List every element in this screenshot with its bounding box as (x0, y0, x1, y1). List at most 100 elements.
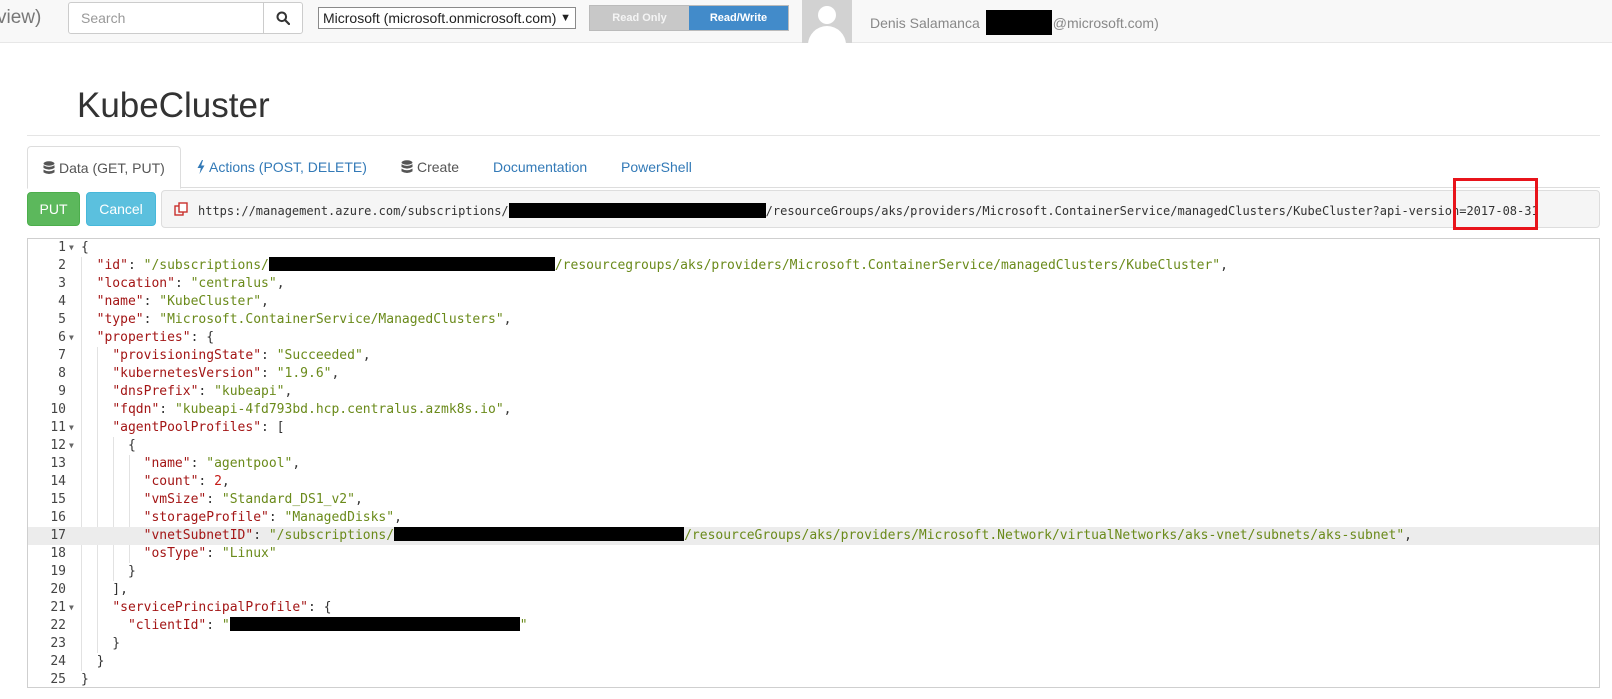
json-value: "kubeapi-4fd793bd.hcp.centralus.azmk8s.i… (174, 402, 504, 417)
code-line: "vmSize": "Standard_DS1_v2", 15 (28, 491, 1599, 509)
top-navbar: view) Microsoft (microsoft.onmicrosoft.c… (0, 0, 1612, 43)
code-line: } 24 (28, 653, 1599, 671)
json-key: "properties" (96, 330, 191, 345)
database-icon (43, 160, 55, 175)
line-number: 16 (50, 510, 66, 525)
tab-label: Actions (POST, DELETE) (209, 159, 367, 175)
json-key: "vnetSubnetID" (143, 528, 254, 543)
json-value: "Linux" (221, 546, 277, 561)
put-button[interactable]: PUT (27, 192, 80, 226)
line-number: 2 (58, 258, 66, 273)
code-line: "storageProfile": "ManagedDisks", 16 (28, 509, 1599, 527)
redacted-block (229, 617, 520, 631)
tenant-select-value: Microsoft (microsoft.onmicrosoft.com) (323, 10, 557, 26)
search-button[interactable] (263, 2, 303, 34)
line-number: 11 (50, 420, 66, 435)
json-key: "servicePrincipalProfile" (112, 600, 308, 615)
json-value: 2 (214, 474, 222, 489)
url-suffix: /resourceGroups/aks/providers/Microsoft.… (765, 203, 1539, 218)
read-only-button[interactable]: Read Only (590, 6, 689, 30)
request-url[interactable]: https://management.azure.com/subscriptio… (198, 203, 1539, 218)
user-name: Denis Salamanca (870, 14, 980, 31)
line-number: 6 (58, 330, 66, 345)
code-line: "kubernetesVersion": "1.9.6", 8 (28, 365, 1599, 383)
line-number: 9 (58, 384, 66, 399)
redacted-block (985, 10, 1052, 35)
bolt-icon (197, 160, 205, 174)
line-number: 15 (50, 492, 66, 507)
code-line: "id": "/subscriptions//resourcegroups/ak… (28, 257, 1599, 275)
json-key: "osType" (143, 546, 207, 561)
fold-toggle-icon[interactable]: ▼ (69, 437, 74, 455)
read-write-button[interactable]: Read/Write (689, 6, 788, 30)
code-line-active: "vnetSubnetID": "/subscriptions//resourc… (28, 527, 1599, 545)
request-url-bar: https://management.azure.com/subscriptio… (161, 190, 1600, 228)
redacted-block (508, 203, 766, 218)
json-value: /resourceGroups/aks/providers/Microsoft.… (684, 528, 1405, 543)
json-key: "storageProfile" (143, 510, 269, 525)
avatar-head-shape (818, 6, 836, 24)
tab-label: Documentation (493, 159, 588, 175)
line-number: 1 (58, 240, 66, 255)
code-line: "fqdn": "kubeapi-4fd793bd.hcp.centralus.… (28, 401, 1599, 419)
line-number: 20 (50, 582, 66, 597)
line-number: 21 (50, 600, 66, 615)
tab-powershell[interactable]: PowerShell (621, 146, 692, 188)
copy-icon[interactable] (174, 202, 188, 221)
line-number: 17 (50, 528, 66, 543)
json-key: "name" (96, 294, 144, 309)
tab-bar: Data (GET, PUT) Actions (POST, DELETE) C… (27, 146, 1600, 189)
json-key: "fqdn" (112, 402, 160, 417)
fold-toggle-icon[interactable]: ▼ (69, 329, 74, 347)
code-line: } 23 (28, 635, 1599, 653)
json-key: "location" (96, 276, 175, 291)
json-value: "KubeCluster" (159, 294, 262, 309)
tab-documentation[interactable]: Documentation (493, 146, 587, 188)
json-value: "Microsoft.ContainerService/ManagedClust… (159, 312, 504, 327)
fold-toggle-icon[interactable]: ▼ (69, 599, 74, 617)
line-number: 23 (50, 636, 66, 651)
search-icon (276, 11, 290, 25)
json-value: "centralus" (190, 276, 277, 291)
line-number: 8 (58, 366, 66, 381)
json-value: /resourcegroups/aks/providers/Microsoft.… (554, 258, 1221, 273)
line-number: 14 (50, 474, 66, 489)
api-version-highlight (1453, 178, 1538, 230)
line-number: 7 (58, 348, 66, 363)
json-key: "clientId" (127, 618, 207, 633)
code-line: "properties": {6 ▼ (28, 329, 1599, 347)
tab-label: PowerShell (621, 159, 692, 175)
json-value: "agentpool" (206, 456, 293, 471)
tenant-select[interactable]: Microsoft (microsoft.onmicrosoft.com) ▼ (318, 7, 576, 29)
code-line: "type": "Microsoft.ContainerService/Mana… (28, 311, 1599, 329)
line-number: 12 (50, 438, 66, 453)
fold-toggle-icon[interactable]: ▼ (69, 419, 74, 437)
tab-actions[interactable]: Actions (POST, DELETE) (197, 146, 367, 188)
code-line: {1 ▼ (28, 239, 1599, 257)
json-value: "kubeapi" (214, 384, 285, 399)
json-key: "kubernetesVersion" (112, 366, 262, 381)
code-line: ], 20 (28, 581, 1599, 599)
json-value: "Succeeded" (276, 348, 363, 363)
code-line: "count": 2, 14 (28, 473, 1599, 491)
avatar[interactable] (802, 0, 852, 43)
json-value: "Standard_DS1_v2" (221, 492, 355, 507)
cancel-button[interactable]: Cancel (86, 192, 156, 226)
tab-data[interactable]: Data (GET, PUT) (27, 146, 181, 189)
json-editor[interactable]: {1 ▼ "id": "/subscriptions//resourcegroup… (27, 238, 1600, 688)
code-line: "clientId": " " 22 (28, 617, 1599, 635)
url-prefix: https://management.azure.com/subscriptio… (198, 203, 509, 218)
fold-toggle-icon[interactable]: ▼ (69, 239, 74, 257)
tab-label: Data (GET, PUT) (59, 159, 165, 176)
json-key: "name" (143, 456, 191, 471)
code-line: "osType": "Linux" 18 (28, 545, 1599, 563)
tab-create[interactable]: Create (401, 146, 459, 188)
database-icon (401, 160, 413, 174)
json-key: "type" (96, 312, 144, 327)
mode-toggle[interactable]: Read Only Read/Write (589, 5, 789, 31)
search-input[interactable] (68, 2, 264, 34)
json-key: "id" (96, 258, 128, 273)
code-line: } 19 (28, 563, 1599, 581)
user-email-suffix: @microsoft.com) (1052, 14, 1159, 31)
avatar-body-shape (808, 26, 846, 43)
